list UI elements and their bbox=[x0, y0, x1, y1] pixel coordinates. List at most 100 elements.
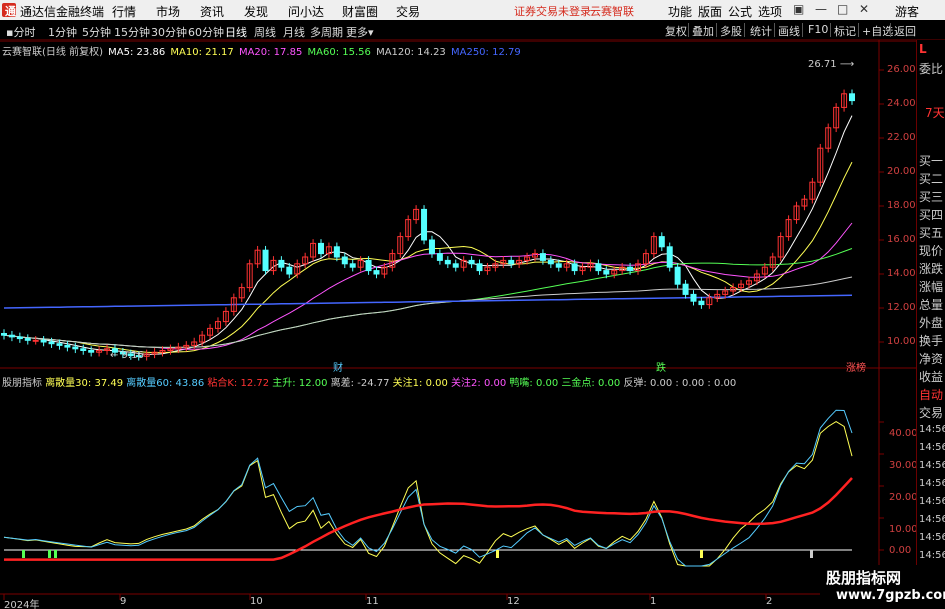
btn-diejia[interactable]: 叠加 bbox=[692, 23, 714, 39]
toolbar-separator bbox=[688, 23, 689, 37]
price-tick: 26.00 bbox=[887, 64, 916, 75]
candle-body bbox=[80, 348, 87, 351]
candle-body bbox=[349, 263, 356, 268]
btn-tongji[interactable]: 统计 bbox=[750, 23, 772, 39]
close-icon[interactable]: ✕ bbox=[859, 2, 869, 16]
btn-f10[interactable]: F10 bbox=[808, 23, 828, 36]
period-15min[interactable]: 15分钟 bbox=[114, 24, 150, 40]
btn-add-favorite[interactable]: +自选 bbox=[862, 23, 893, 39]
btn-back[interactable]: 返回 bbox=[894, 23, 916, 39]
period-weekly[interactable]: 周线 bbox=[254, 24, 276, 40]
ma20-value: MA20: 17.85 bbox=[238, 47, 303, 58]
indicator-name[interactable]: 股朋指标 bbox=[2, 378, 42, 389]
btn-duogu[interactable]: 多股 bbox=[720, 23, 742, 39]
period-more[interactable]: 更多▾ bbox=[346, 24, 374, 40]
kline-chart[interactable] bbox=[0, 40, 916, 609]
panel-time: 14:56 bbox=[919, 424, 945, 435]
period-toolbar: ▪分时 1分钟 5分钟 15分钟 30分钟 60分钟 日线 周线 月线 多周期 … bbox=[0, 20, 945, 40]
panel-turnover: 换手 bbox=[919, 334, 944, 348]
btn-huaxian[interactable]: 画线 bbox=[778, 23, 800, 39]
menu-caifuquan[interactable]: 财富圈 bbox=[342, 3, 378, 20]
panel-level-label: L bbox=[919, 42, 927, 56]
panel-price: 现价 bbox=[919, 244, 944, 258]
panel-7day[interactable]: 7天 bbox=[925, 104, 945, 121]
period-monthly[interactable]: 月线 bbox=[283, 24, 305, 40]
period-daily[interactable]: 日线 bbox=[225, 24, 247, 40]
ind-sanjindian: 三金点: 0.00 bbox=[561, 378, 621, 389]
ind-yazui: 鸭嘴: 0.00 bbox=[509, 378, 559, 389]
period-30min[interactable]: 30分钟 bbox=[151, 24, 187, 40]
menu-gongshi[interactable]: 公式 bbox=[728, 3, 752, 20]
ind-lisan30: 离散量30: 37.49 bbox=[45, 378, 124, 389]
ind-zhusheng: 主升: 12.00 bbox=[272, 378, 328, 389]
btn-fuquan[interactable]: 复权 bbox=[665, 23, 687, 39]
period-multi[interactable]: 多周期 bbox=[310, 24, 343, 40]
menu-jiaoyi[interactable]: 交易 bbox=[396, 3, 420, 20]
candle-body bbox=[341, 256, 348, 265]
ma10-value: MA10: 21.17 bbox=[170, 47, 234, 58]
menu-gongneng[interactable]: 功能 bbox=[668, 3, 692, 20]
date-label: 11 bbox=[366, 596, 379, 607]
price-tick: 22.00 bbox=[887, 132, 916, 143]
candle-body bbox=[421, 208, 428, 241]
ma120-value: MA120: 14.23 bbox=[376, 47, 446, 58]
signal-bar bbox=[700, 550, 703, 558]
candle-body bbox=[278, 259, 285, 268]
ma5-line bbox=[3, 115, 853, 355]
period-1min[interactable]: 1分钟 bbox=[48, 24, 77, 40]
candle-body bbox=[547, 259, 554, 265]
panel-auto[interactable]: 自动 bbox=[919, 386, 943, 403]
menu-faxian[interactable]: 发现 bbox=[244, 3, 268, 20]
candle-body bbox=[72, 346, 79, 350]
menu-wenxiaoda[interactable]: 问小达 bbox=[288, 3, 324, 20]
panel-trade[interactable]: 交易 bbox=[919, 404, 943, 421]
panel-earnings: 收益 bbox=[919, 370, 944, 384]
menu-banmian[interactable]: 版面 bbox=[698, 3, 722, 20]
candle-body bbox=[16, 336, 23, 340]
event-marker-die[interactable]: 跌 bbox=[656, 359, 666, 374]
ma60-value: MA60: 15.56 bbox=[307, 47, 371, 58]
signal-bar bbox=[22, 550, 25, 558]
period-fenshi[interactable]: ▪分时 bbox=[6, 24, 35, 40]
app-logo-icon: 通 bbox=[2, 3, 16, 18]
panel-volume: 总量 bbox=[919, 298, 944, 312]
panel-time: 14:56 bbox=[919, 460, 945, 471]
menu-hangqing[interactable]: 行情 bbox=[112, 3, 136, 20]
price-tick: 12.00 bbox=[887, 302, 916, 313]
panel-weibi: 委比 bbox=[919, 62, 944, 76]
menu-xuanxiang[interactable]: 选项 bbox=[758, 3, 782, 20]
date-label: 9 bbox=[120, 596, 127, 607]
maximize-icon[interactable]: □ bbox=[837, 2, 848, 16]
panel-change: 涨跌 bbox=[919, 262, 944, 276]
period-5min[interactable]: 5分钟 bbox=[82, 24, 111, 40]
panel-outer: 外盘 bbox=[919, 316, 944, 330]
candle-body bbox=[262, 249, 269, 272]
event-marker-zhangbang[interactable]: 涨榜 bbox=[846, 359, 866, 374]
menu-zixun[interactable]: 资讯 bbox=[200, 3, 224, 20]
period-60min[interactable]: 60分钟 bbox=[188, 24, 224, 40]
minimize-icon[interactable]: — bbox=[815, 2, 827, 16]
ind-guanzhu1: 关注1: 0.00 bbox=[392, 378, 448, 389]
skin-icon[interactable]: ▣ bbox=[793, 2, 804, 16]
candle-body bbox=[56, 343, 63, 346]
ma5-value: MA5: 23.86 bbox=[108, 47, 166, 58]
candle-body bbox=[64, 344, 71, 348]
toolbar-separator bbox=[716, 23, 717, 37]
candle-body bbox=[555, 263, 562, 268]
btn-biaoji[interactable]: 标记 bbox=[834, 23, 856, 39]
candle-body bbox=[8, 334, 15, 338]
login-alert[interactable]: 证券交易未登录 bbox=[514, 3, 591, 19]
date-label: 1 bbox=[650, 596, 657, 607]
event-marker-cai[interactable]: 财 bbox=[333, 359, 343, 374]
panel-netasset: 净资 bbox=[919, 352, 944, 366]
candle-body bbox=[436, 253, 443, 261]
toolbar-separator bbox=[744, 23, 745, 37]
menu-shichang[interactable]: 市场 bbox=[156, 3, 180, 20]
guest-label[interactable]: 游客 bbox=[895, 3, 919, 20]
high-price-label: 26.71 ⟶ bbox=[808, 59, 855, 70]
toolbar-separator bbox=[890, 23, 891, 37]
signal-bar bbox=[54, 550, 57, 558]
lisan30-line bbox=[3, 421, 853, 567]
toolbar-separator bbox=[830, 23, 831, 37]
candle-body bbox=[365, 259, 372, 272]
